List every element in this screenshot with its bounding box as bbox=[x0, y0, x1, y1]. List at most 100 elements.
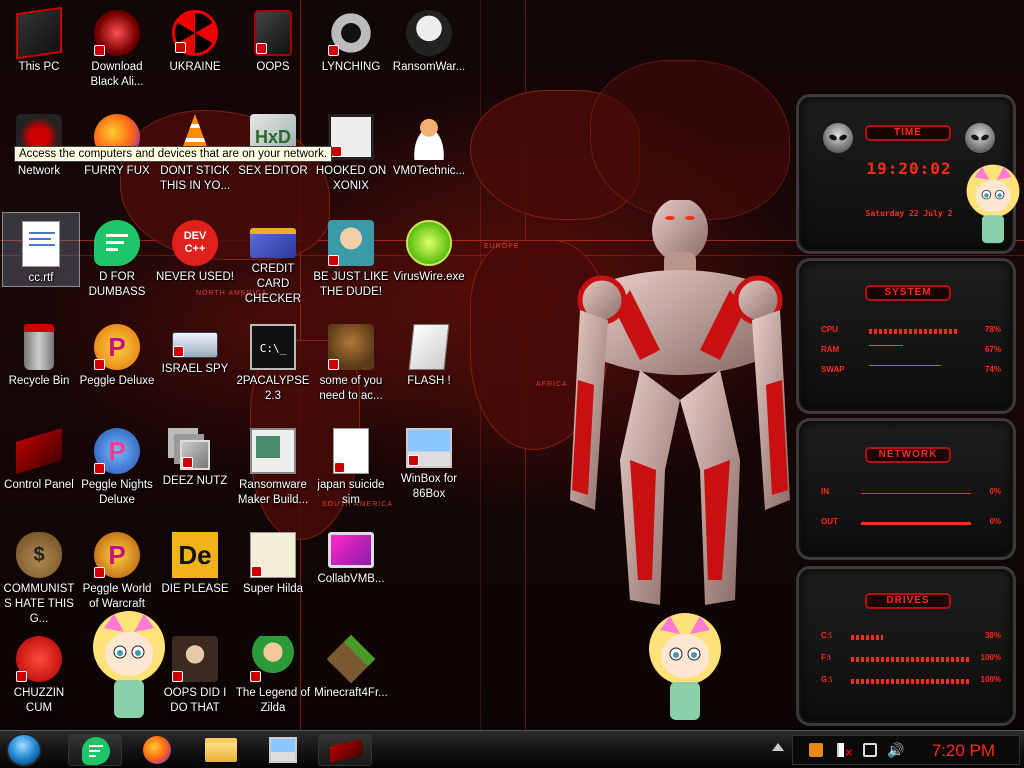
desktop-icon-flash[interactable]: FLASH ! bbox=[390, 316, 468, 389]
cartoon-girl-sticker bbox=[966, 164, 1020, 244]
desktop-icon-communists[interactable]: $ COMMUNISTS HATE THIS G... bbox=[0, 524, 78, 627]
desktop-icon-label: some of you need to ac... bbox=[319, 375, 383, 402]
desktop-icon-2pacalypse[interactable]: C:\_ 2PACALYPSE 2.3 bbox=[234, 316, 312, 404]
desktop-icon-label: DONT STICK THIS IN YO... bbox=[159, 165, 231, 192]
document-app-icon bbox=[94, 220, 140, 266]
desktop-icon-label: NEVER USED! bbox=[156, 271, 234, 283]
taskbar-winbox[interactable] bbox=[256, 734, 310, 766]
desktop-icon-peggle-nights[interactable]: P Peggle Nights Deluxe bbox=[78, 420, 156, 508]
document-file-icon bbox=[333, 428, 369, 474]
desktop-icon-deez-nutz[interactable]: DEEZ NUTZ bbox=[156, 420, 234, 489]
peggle-icon: P bbox=[94, 324, 140, 370]
desktop-icon-recycle-bin[interactable]: Recycle Bin bbox=[0, 316, 78, 389]
network-spy-icon bbox=[172, 332, 218, 358]
desktop-icon-label: 2PACALYPSE 2.3 bbox=[236, 375, 310, 402]
desktop-icon-label: RansomWar... bbox=[392, 61, 466, 73]
system-gadget-title: SYSTEM bbox=[865, 285, 951, 301]
desktop-icon-chuzzin-cum[interactable]: CHUZZIN CUM bbox=[0, 628, 78, 716]
network-row-in: IN 0% bbox=[821, 487, 1001, 501]
desktop-icon-credit-card-checker[interactable]: CREDIT CARD CHECKER bbox=[234, 212, 312, 307]
desktop-icon-download-black-ali[interactable]: Download Black Ali... bbox=[78, 2, 156, 90]
network-gadget[interactable]: NETWORK IN 0% OUT 0% bbox=[796, 418, 1016, 560]
drive-row-c: C:\ 38% bbox=[821, 631, 1001, 645]
desktop-icon-peggle-wow[interactable]: P Peggle World of Warcraft bbox=[78, 524, 156, 612]
desktop-icon-die-please[interactable]: De DIE PLEASE bbox=[156, 524, 234, 597]
desktop-icon-viruswire[interactable]: VirusWire.exe bbox=[390, 212, 468, 285]
volume-icon[interactable]: 🔊 bbox=[887, 743, 904, 757]
desktop-icon-minecraft4fr[interactable]: Minecraft4Fr... bbox=[312, 628, 390, 701]
desktop-icon-ransomware[interactable]: RansomWar... bbox=[390, 2, 468, 75]
taskbar: ✕ 🔊 7:20 PM bbox=[0, 730, 1024, 768]
desktop-icon-label: This PC bbox=[18, 61, 60, 73]
desktop-icon-never-used[interactable]: DEV C++ NEVER USED! bbox=[156, 212, 234, 285]
retro-pc-icon bbox=[269, 737, 297, 763]
desktop-icon-some-of-you[interactable]: some of you need to ac... bbox=[312, 316, 390, 404]
document-app-icon bbox=[82, 737, 110, 765]
desktop-icon-legend-of-zilda[interactable]: The Legend of Zilda bbox=[234, 628, 312, 716]
desktop-icon-super-hilda[interactable]: Super Hilda bbox=[234, 524, 312, 597]
desktop-icon-japan-suicide-sim[interactable]: japan suicide sim bbox=[312, 420, 390, 508]
taskbar-control-panel[interactable] bbox=[318, 734, 372, 766]
minecraft-block-icon bbox=[326, 634, 376, 684]
network-tray-icon[interactable] bbox=[863, 743, 877, 757]
drive-row-name: C:\ bbox=[821, 631, 832, 640]
robot-figure-image bbox=[570, 200, 790, 605]
desktop-icon-network[interactable]: Network bbox=[0, 106, 78, 179]
start-button[interactable] bbox=[6, 733, 42, 767]
system-row-name: SWAP bbox=[821, 365, 845, 374]
alien-head-icon bbox=[823, 123, 853, 153]
network-in-graph bbox=[861, 493, 971, 494]
desktop-icon-furry-fux[interactable]: FURRY FUX bbox=[78, 106, 156, 179]
desktop-icon-label: DIE PLEASE bbox=[161, 583, 229, 595]
action-center-flag-icon[interactable]: ✕ bbox=[837, 743, 853, 759]
show-hidden-icons-button[interactable] bbox=[772, 743, 784, 751]
ram-usage-track bbox=[869, 345, 903, 346]
desktop-icon-peggle-deluxe[interactable]: P Peggle Deluxe bbox=[78, 316, 156, 389]
drive-row-name: G:\ bbox=[821, 675, 833, 684]
cartoon-girl-sticker bbox=[649, 613, 721, 720]
system-row-cpu: CPU 78% bbox=[821, 325, 1001, 339]
desktop-icon-label: CHUZZIN CUM bbox=[13, 687, 65, 714]
desktop-icon-lynching[interactable]: LYNCHING bbox=[312, 2, 390, 75]
desktop-icon-label: Peggle Deluxe bbox=[79, 375, 155, 387]
network-tooltip: Access the computers and devices that ar… bbox=[14, 146, 333, 162]
system-row-value: 74% bbox=[984, 365, 1001, 374]
desktop-icon-vm0technic[interactable]: VM0Technic... bbox=[390, 106, 468, 179]
desktop-icon-d-for-dumbass[interactable]: D FOR DUMBASS bbox=[78, 212, 156, 300]
desktop-icon-be-just-like-the-dude[interactable]: BE JUST LIKE THE DUDE! bbox=[312, 212, 390, 300]
beaver-icon bbox=[328, 324, 374, 370]
desktop-icon-ukraine[interactable]: UKRAINE bbox=[156, 2, 234, 75]
taskbar-firefox[interactable] bbox=[130, 734, 184, 766]
taskbar-docs-app[interactable] bbox=[68, 734, 122, 766]
desktop-icon-label: CREDIT CARD CHECKER bbox=[244, 263, 302, 305]
tray-app-icon[interactable] bbox=[809, 743, 823, 757]
system-gadget[interactable]: SYSTEM CPU 78% RAM 67% SWAP 74% bbox=[796, 258, 1016, 414]
drives-gadget[interactable]: DRIVES C:\ 38% F:\ 100% G:\ 100% bbox=[796, 566, 1016, 726]
flash-document-icon bbox=[408, 324, 450, 370]
desktop-icon-label: Recycle Bin bbox=[8, 375, 70, 387]
desktop-icon-israel-spy[interactable]: ISRAEL SPY bbox=[156, 316, 234, 377]
desktop-icon-sex-editor[interactable]: HxD SEX EDITOR bbox=[234, 106, 312, 179]
desktop-icon-cc-rtf[interactable]: cc.rtf bbox=[2, 212, 80, 287]
desktop-icon-oops[interactable]: OOPS bbox=[234, 2, 312, 75]
taskbar-clock[interactable]: 7:20 PM bbox=[932, 741, 995, 761]
desktop-icon-this-pc[interactable]: This PC bbox=[0, 2, 78, 75]
money-bag-icon: $ bbox=[16, 532, 62, 578]
terminal-icon: C:\_ bbox=[250, 324, 296, 370]
drive-row-value: 38% bbox=[984, 631, 1001, 640]
chuzzle-icon bbox=[16, 636, 62, 682]
peggle-wow-icon: P bbox=[94, 532, 140, 578]
network-row-out: OUT 0% bbox=[821, 517, 1001, 531]
desktop-icon-winbox[interactable]: WinBox for 86Box bbox=[390, 420, 468, 502]
desktop-icon-collabvmb[interactable]: CollabVMB... bbox=[312, 524, 390, 587]
desktop-icon-label: japan suicide sim bbox=[317, 479, 385, 506]
retro-pc-icon bbox=[406, 428, 452, 468]
desktop-icon-label: DEEZ NUTZ bbox=[162, 475, 228, 487]
folder-icon bbox=[205, 738, 237, 762]
desktop-icon-ransomware-maker[interactable]: Ransomware Maker Build... bbox=[234, 420, 312, 508]
alien-app-icon bbox=[94, 10, 140, 56]
desktop-icon-control-panel[interactable]: Control Panel bbox=[0, 420, 78, 493]
app-window-icon bbox=[250, 428, 296, 474]
cpu-usage-bar bbox=[869, 329, 959, 334]
taskbar-file-explorer[interactable] bbox=[194, 734, 248, 766]
